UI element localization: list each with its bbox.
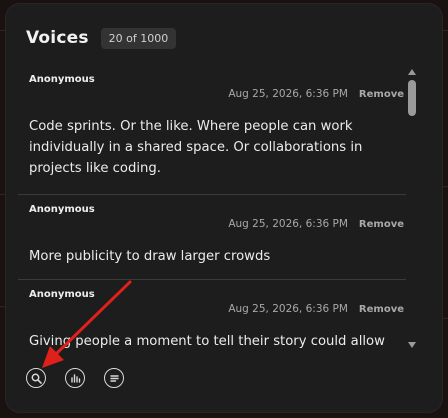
response-text: Giving people a moment to tell their sto… [29,334,385,349]
remove-button[interactable]: Remove [359,89,404,100]
scrollbar-thumb[interactable] [408,80,416,116]
list-item: Anonymous Aug 25, 2026, 6:36 PM Remove C… [18,74,406,196]
divider [18,279,406,280]
panel-header: Voices 20 of 1000 [26,26,177,50]
response-meta: Aug 25, 2026, 6:36 PM Remove [228,218,404,230]
response-text: Code sprints. Or the like. Where people … [29,119,363,176]
list-item: Anonymous Aug 25, 2026, 6:36 PM Remove G… [18,289,406,356]
voices-panel: Voices 20 of 1000 Anonymous Aug 25, 2026… [6,4,442,412]
response-date: Aug 25, 2026, 6:36 PM [228,218,348,230]
scroll-up-arrow-icon[interactable] [408,69,416,75]
response-author: Anonymous [29,74,95,85]
remove-button[interactable]: Remove [359,219,404,230]
stats-button[interactable] [65,368,85,388]
bar-chart-icon [70,373,80,383]
divider [18,194,406,195]
responses-list[interactable]: Anonymous Aug 25, 2026, 6:36 PM Remove C… [18,66,406,356]
response-date: Aug 25, 2026, 6:36 PM [228,88,348,100]
response-author: Anonymous [29,204,95,215]
search-button[interactable] [26,368,46,388]
list-view-button[interactable] [104,368,124,388]
panel-title: Voices [26,28,89,48]
scroll-down-arrow-icon[interactable] [408,342,416,348]
response-date: Aug 25, 2026, 6:36 PM [228,303,348,315]
search-icon [31,373,42,384]
scrollbar[interactable] [406,66,418,356]
response-author: Anonymous [29,289,95,300]
response-meta: Aug 25, 2026, 6:36 PM Remove [228,88,404,100]
count-badge: 20 of 1000 [100,27,177,49]
list-item: Anonymous Aug 25, 2026, 6:36 PM Remove M… [18,204,406,278]
remove-button[interactable]: Remove [359,304,404,315]
list-icon [109,374,119,382]
panel-toolbar [26,368,143,388]
response-text: More publicity to draw larger crowds [29,249,271,264]
response-meta: Aug 25, 2026, 6:36 PM Remove [228,303,404,315]
